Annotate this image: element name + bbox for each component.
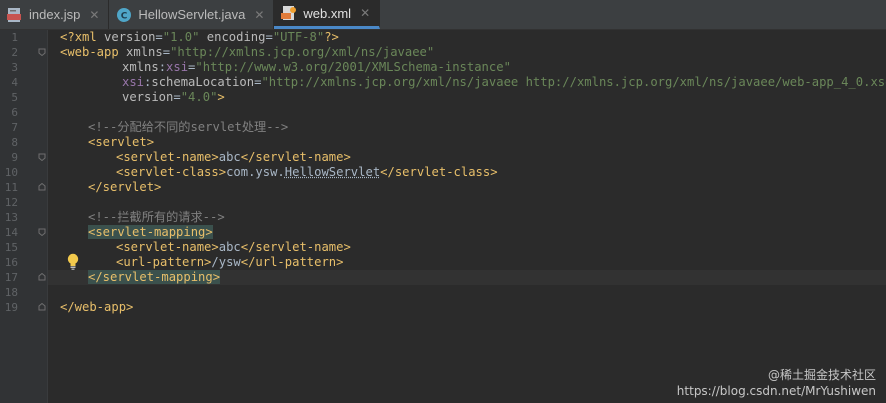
- code-line-10: <servlet-class>com.ysw.HellowServlet</se…: [116, 165, 498, 179]
- code-line-13: <!--拦截所有的请求-->: [88, 210, 225, 224]
- code-line-3: xmlns:xsi="http://www.w3.org/2001/XMLSch…: [122, 60, 511, 74]
- code-line-9: <servlet-name>abc</servlet-name>: [116, 150, 351, 164]
- line-number: 18: [4, 286, 18, 299]
- line-number: 8: [11, 136, 18, 149]
- line-number: 9: [11, 151, 18, 164]
- jsp-file-icon: [7, 7, 23, 23]
- line-number: 12: [4, 196, 18, 209]
- code-line-19: </web-app>: [60, 300, 134, 314]
- line-number: 2: [11, 46, 18, 59]
- fold-marker-icon[interactable]: [38, 48, 46, 56]
- fold-marker-icon[interactable]: [38, 228, 46, 236]
- tab-hellowservlet-java[interactable]: C HellowServlet.java ✕: [109, 0, 275, 29]
- code-line-4: xsi:schemaLocation="http://xmlns.jcp.org…: [122, 75, 886, 89]
- code-line-16: <url-pattern>/ysw</url-pattern>: [116, 255, 344, 269]
- code-line-15: <servlet-name>abc</servlet-name>: [116, 240, 351, 254]
- code-line-1: <?xml version="1.0" encoding="UTF-8"?>: [60, 30, 339, 44]
- watermark: @稀土掘金技术社区 https://blog.csdn.net/MrYushiw…: [677, 367, 876, 399]
- code-line-5: version="4.0">: [122, 90, 225, 104]
- svg-text:C: C: [121, 11, 128, 21]
- fold-marker-icon[interactable]: [38, 303, 46, 311]
- code-line-7: <!--分配给不同的servlet处理-->: [88, 120, 289, 134]
- line-number: 6: [11, 106, 18, 119]
- xml-file-icon: [281, 5, 297, 21]
- line-number: 7: [11, 121, 18, 134]
- line-number: 14: [4, 226, 18, 239]
- editor-tab-bar: index.jsp ✕ C HellowServlet.java ✕ web.x…: [0, 0, 886, 30]
- tab-label: web.xml: [303, 5, 352, 21]
- code-line-14: <servlet-mapping>: [88, 225, 213, 239]
- code-line-2: <web-app xmlns="http://xmlns.jcp.org/xml…: [60, 45, 435, 59]
- code-line-11: </servlet>: [88, 180, 162, 194]
- close-icon[interactable]: ✕: [254, 8, 264, 22]
- close-icon[interactable]: ✕: [360, 6, 370, 20]
- line-number: 11: [4, 181, 18, 194]
- line-number: 4: [11, 76, 18, 89]
- line-number: 15: [4, 241, 18, 254]
- close-icon[interactable]: ✕: [89, 8, 99, 22]
- line-number: 19: [4, 301, 18, 314]
- line-number: 17: [4, 271, 18, 284]
- lightbulb-icon[interactable]: [66, 253, 80, 271]
- code-line-8: <servlet>: [88, 135, 155, 149]
- line-number: 13: [4, 211, 18, 224]
- tab-index-jsp[interactable]: index.jsp ✕: [0, 0, 110, 29]
- watermark-line-1: @稀土掘金技术社区: [767, 368, 876, 382]
- line-number: 1: [11, 31, 18, 44]
- line-number: 10: [4, 166, 18, 179]
- line-number-gutter: 1 2 3 4 5 6 7 8 9 10 11 12 13 14 15 16 1…: [0, 30, 48, 403]
- watermark-line-2: https://blog.csdn.net/MrYushiwen: [676, 384, 876, 398]
- line-number: 5: [11, 91, 18, 104]
- tab-label: HellowServlet.java: [138, 7, 246, 22]
- line-number: 16: [4, 256, 18, 269]
- fold-marker-icon[interactable]: [38, 273, 46, 281]
- tab-label: index.jsp: [29, 7, 81, 22]
- fold-marker-icon[interactable]: [38, 183, 46, 191]
- code-line-17: </servlet-mapping>: [88, 270, 221, 284]
- fold-marker-icon[interactable]: [38, 153, 46, 161]
- code-editor[interactable]: <?xml version="1.0" encoding="UTF-8"?> <…: [48, 30, 886, 403]
- line-number: 3: [11, 61, 18, 74]
- java-class-icon: C: [116, 7, 132, 23]
- tab-web-xml[interactable]: web.xml ✕: [274, 0, 381, 29]
